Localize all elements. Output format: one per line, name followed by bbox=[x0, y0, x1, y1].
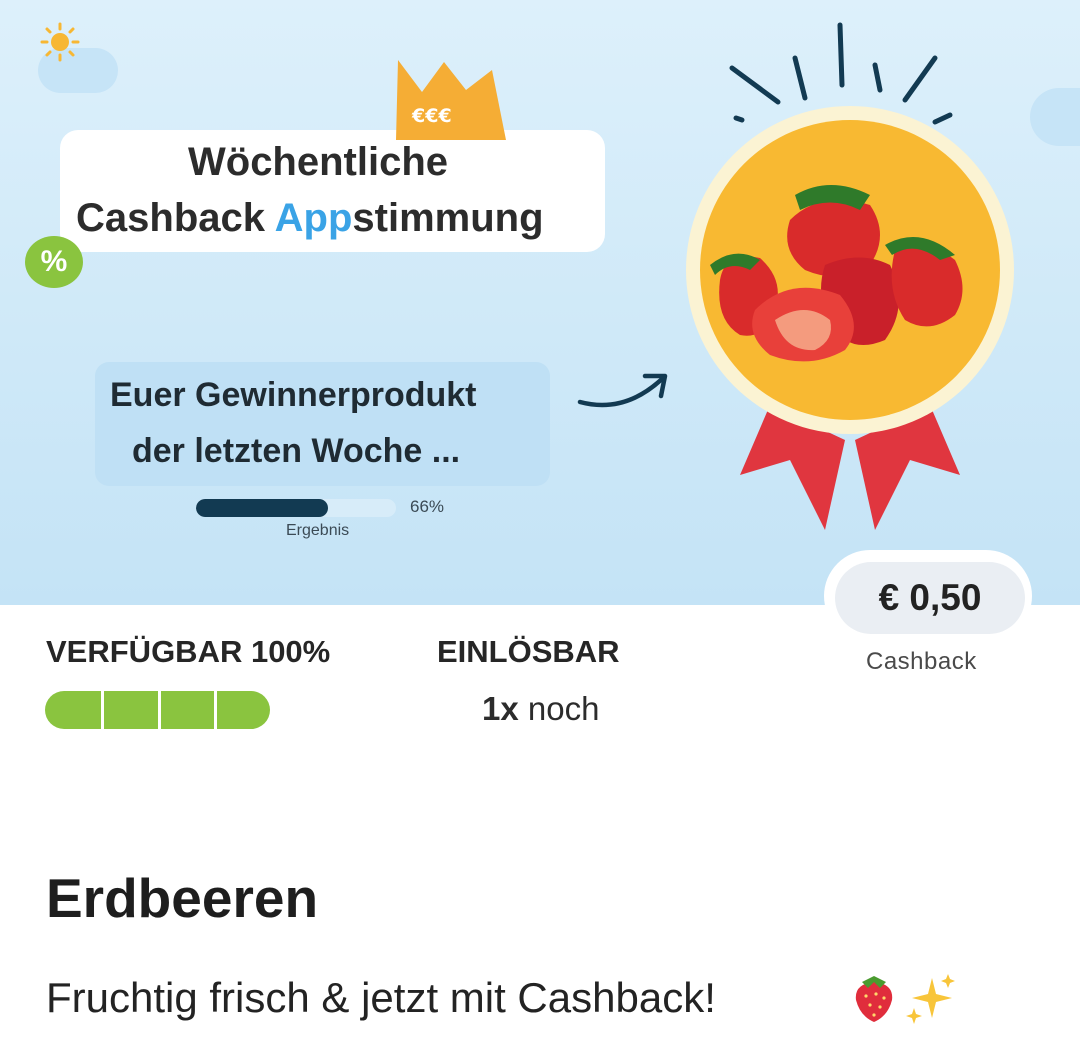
winner-text-line1: Euer Gewinnerprodukt bbox=[110, 376, 477, 414]
banner-title-line2: Cashback Appstimmung bbox=[76, 196, 544, 241]
cashback-label: Cashback bbox=[866, 648, 977, 675]
product-description: Fruchtig frisch & jetzt mit Cashback! bbox=[46, 974, 716, 1021]
redeemable-label: EINLÖSBAR bbox=[437, 634, 620, 669]
redeemable-count-number: 1x bbox=[482, 690, 519, 727]
result-progress-fill bbox=[196, 499, 328, 517]
curved-arrow-icon bbox=[577, 373, 668, 408]
title-accent-app: App bbox=[274, 196, 353, 240]
result-label: Ergebnis bbox=[286, 522, 350, 539]
crown-coins-text: €€€ bbox=[411, 105, 452, 127]
sparkles-emoji-icon bbox=[906, 974, 955, 1024]
sun-icon bbox=[40, 22, 80, 62]
promo-banner: €€€ Wöchentliche Cashback Appstimmung % … bbox=[0, 0, 1080, 605]
availability-segment-divider bbox=[101, 691, 105, 729]
redeemable-count-suffix: noch bbox=[518, 690, 600, 727]
cashback-amount: € 0,50 bbox=[835, 562, 1025, 634]
title-word-cashback: Cashback bbox=[76, 196, 275, 240]
availability-label: VERFÜGBAR 100% bbox=[46, 634, 331, 669]
crown-icon: €€€ bbox=[396, 60, 506, 140]
title-word-stimmung: stimmung bbox=[352, 196, 544, 240]
banner-title-line1: Wöchentliche bbox=[188, 140, 449, 184]
cloud-decoration bbox=[1030, 88, 1080, 146]
availability-segment-divider bbox=[157, 691, 161, 729]
availability-segment-divider bbox=[213, 691, 217, 729]
result-percent: 66% bbox=[410, 497, 445, 516]
redeemable-count: 1x noch bbox=[482, 690, 599, 728]
result-progress-bar bbox=[196, 499, 396, 517]
availability-bar bbox=[45, 691, 270, 729]
winner-text-line2: der letzten Woche ... bbox=[132, 432, 461, 470]
strawberry-emoji-icon bbox=[855, 976, 893, 1022]
percent-badge-icon: % bbox=[25, 236, 83, 288]
product-title: Erdbeeren bbox=[46, 867, 319, 929]
medal-strawberries-image bbox=[686, 22, 1014, 530]
